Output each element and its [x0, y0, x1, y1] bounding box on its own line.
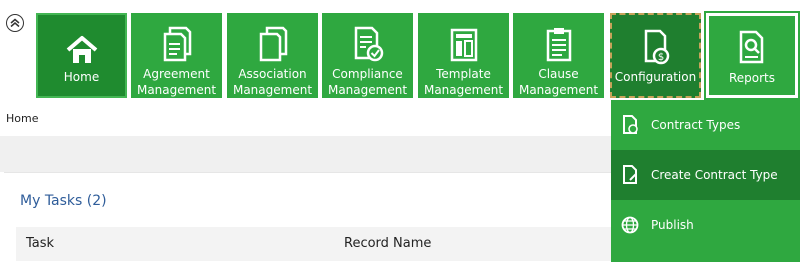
- association-document-icon: [258, 19, 288, 62]
- menu-item-label: Contract Types: [651, 118, 741, 132]
- home-icon: [65, 21, 99, 65]
- svg-text:$: $: [657, 52, 663, 63]
- nav-tile-label: Agreement Management: [136, 67, 217, 97]
- nav-tile-configuration[interactable]: $ Configuration: [610, 13, 701, 98]
- nav-tile-home[interactable]: Home: [36, 13, 127, 98]
- breadcrumb[interactable]: Home: [6, 112, 38, 125]
- compliance-document-icon: [352, 19, 384, 62]
- column-header-task[interactable]: Task: [26, 236, 54, 251]
- nav-tile-label: Template Management: [423, 67, 504, 97]
- clipboard-icon: [544, 19, 574, 62]
- menu-item-publish[interactable]: Publish: [611, 200, 800, 250]
- menu-item-contract-types[interactable]: Contract Types: [611, 100, 800, 150]
- create-contract-type-icon: [621, 165, 651, 185]
- menu-item-label: Create Contract Type: [651, 168, 778, 182]
- nav-tile-label: Reports: [728, 71, 776, 85]
- nav-tile-template-management[interactable]: Template Management: [418, 13, 509, 98]
- nav-tile-label: Home: [63, 70, 100, 84]
- nav-tile-agreement-management[interactable]: Agreement Management: [131, 13, 222, 98]
- double-chevron-up-icon: [10, 18, 20, 28]
- tasks-table-header: Task Record Name: [16, 227, 612, 261]
- my-tasks-title[interactable]: My Tasks (2): [20, 193, 107, 209]
- menu-item-label: Publish: [651, 218, 694, 232]
- publish-globe-icon: [621, 216, 651, 234]
- nav-tile-label: Clause Management: [518, 67, 599, 97]
- configuration-document-icon: $: [640, 21, 672, 65]
- nav-tile-label: Association Management: [232, 67, 313, 97]
- nav-tile-label: Configuration: [614, 70, 697, 84]
- my-tasks-panel: My Tasks (2) Task Record Name: [4, 172, 612, 263]
- nav-tile-compliance-management[interactable]: Compliance Management: [322, 13, 413, 98]
- reports-search-icon: [736, 22, 768, 66]
- agreement-document-icon: [162, 19, 192, 62]
- collapse-menu-button[interactable]: [6, 14, 24, 32]
- column-header-record-name[interactable]: Record Name: [344, 236, 431, 251]
- nav-tile-reports[interactable]: Reports: [704, 11, 800, 100]
- contract-types-icon: [621, 115, 651, 135]
- configuration-dropdown-menu: Contract Types Create Contract Type Publ…: [611, 100, 800, 262]
- template-icon: [449, 19, 479, 62]
- menu-item-create-contract-type[interactable]: Create Contract Type: [611, 150, 800, 200]
- nav-tile-clause-management[interactable]: Clause Management: [513, 13, 604, 98]
- nav-tile-association-management[interactable]: Association Management: [227, 13, 318, 98]
- content-header-band: [0, 136, 612, 172]
- nav-tile-label: Compliance Management: [327, 67, 408, 97]
